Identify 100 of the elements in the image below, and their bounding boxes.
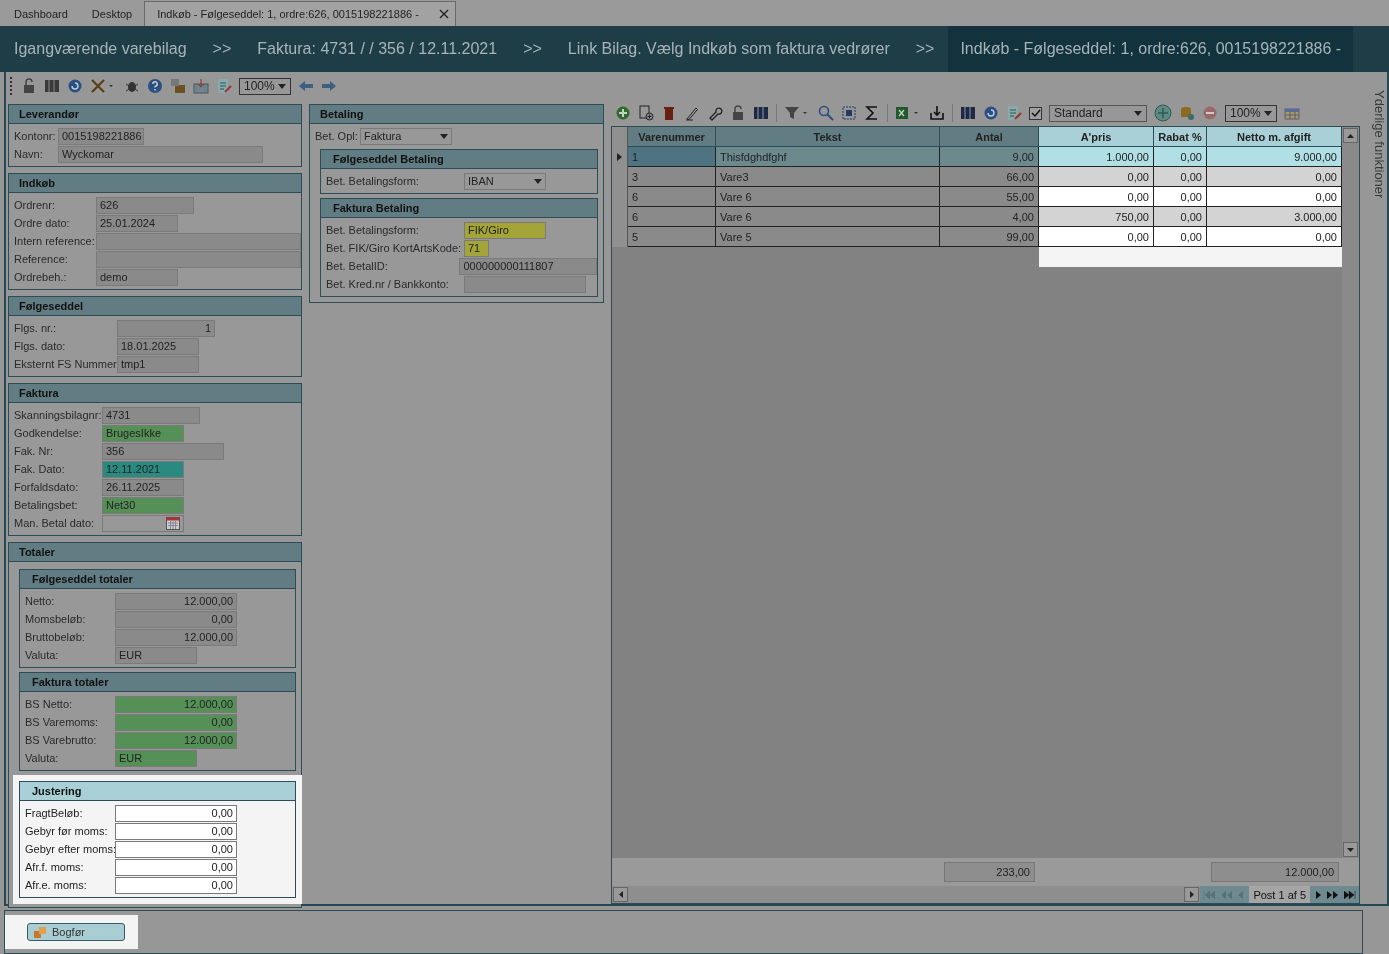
input-field[interactable]: 0,00 <box>115 804 237 822</box>
input-field[interactable]: 18.01.2025 <box>117 337 199 355</box>
column-header[interactable]: Netto m. afgift <box>1207 127 1342 147</box>
calendar-icon[interactable] <box>166 516 180 530</box>
help-icon[interactable] <box>147 78 163 94</box>
import-icon[interactable] <box>170 78 186 94</box>
input-field[interactable]: 0,00 <box>115 840 237 858</box>
column-header[interactable]: Antal <box>940 127 1039 147</box>
scroll-left-button[interactable] <box>613 887 628 902</box>
back-arrow-icon[interactable] <box>298 80 314 92</box>
refresh-icon[interactable] <box>983 105 999 121</box>
zoom-dropdown[interactable]: 100% <box>239 77 291 95</box>
close-icon[interactable] <box>438 9 449 19</box>
input-field[interactable]: EUR <box>115 749 197 767</box>
database-icon[interactable] <box>1179 105 1195 121</box>
refresh-icon[interactable] <box>67 78 83 94</box>
layout-dropdown[interactable]: Standard <box>1049 104 1147 122</box>
input-field[interactable]: 71 <box>464 239 489 257</box>
group-header: Følgeseddel <box>9 297 301 316</box>
field-label: BS Varebrutto: <box>25 734 98 746</box>
input-field[interactable]: IBAN <box>464 172 546 190</box>
edit-list-icon[interactable] <box>1006 105 1022 121</box>
remove-icon[interactable] <box>1202 105 1218 121</box>
input-field[interactable]: 12.000,00 <box>115 592 237 610</box>
breadcrumb-link[interactable]: Faktura: 4731 / / 356 / 12.11.2021 <box>249 26 506 72</box>
input-field[interactable]: demo <box>96 268 178 286</box>
input-field[interactable] <box>464 275 586 293</box>
spreadsheet-icon[interactable] <box>895 105 911 121</box>
breadcrumb-link[interactable]: Igangværende varebilag <box>6 26 195 72</box>
breadcrumb-link[interactable]: Link Bilag. Vælg Indkøb som faktura vedrører <box>559 26 898 72</box>
new-document-icon[interactable] <box>638 105 654 121</box>
inbox-icon[interactable] <box>193 78 209 94</box>
export-icon[interactable] <box>929 105 945 121</box>
columns-icon[interactable] <box>960 105 976 121</box>
next-page-icon[interactable] <box>1316 890 1321 899</box>
tab[interactable]: Dashboard <box>2 2 80 26</box>
lock-icon[interactable] <box>21 78 37 94</box>
input-field[interactable]: 12.000,00 <box>115 628 237 646</box>
column-header[interactable]: A'pris <box>1039 127 1154 147</box>
add-icon[interactable] <box>615 105 631 121</box>
input-field[interactable]: 12.000,00 <box>115 695 237 713</box>
search-icon[interactable] <box>818 105 834 121</box>
breadcrumb-link[interactable]: Indkøb - Følgeseddel: 1, ordre:626, 0015198221886 - <box>948 26 1354 72</box>
input-field[interactable]: 1 <box>117 319 215 337</box>
columns-icon[interactable] <box>44 78 60 94</box>
forward-arrow-icon[interactable] <box>321 80 337 92</box>
input-field[interactable]: 26.11.2025 <box>102 478 184 496</box>
last-page-icon[interactable] <box>1344 890 1356 899</box>
dropdown[interactable]: Faktura <box>360 127 452 145</box>
input-field[interactable]: BrugesIkke <box>102 424 184 442</box>
input-field[interactable] <box>96 250 301 268</box>
input-field[interactable] <box>102 514 184 532</box>
trash-icon[interactable] <box>661 105 677 121</box>
scroll-right-button[interactable] <box>1184 887 1200 902</box>
select-icon[interactable] <box>841 105 857 121</box>
input-field[interactable]: 12.11.2021 <box>102 460 184 478</box>
input-field[interactable]: 25.01.2024 <box>96 214 178 232</box>
column-header[interactable]: Tekst <box>716 127 940 147</box>
add-icon[interactable] <box>1154 104 1172 122</box>
input-field[interactable]: 12.000,00 <box>115 731 237 749</box>
input-field[interactable]: 0,00 <box>115 876 237 894</box>
caret-icon[interactable] <box>534 178 542 184</box>
tools-icon[interactable] <box>90 78 106 94</box>
column-header[interactable]: Varenummer <box>628 127 716 147</box>
input-field[interactable]: 0015198221886 <box>58 127 144 145</box>
input-field[interactable]: EUR <box>115 646 197 664</box>
wrench-icon[interactable] <box>707 105 723 121</box>
input-field[interactable]: Wyckomar <box>58 145 263 163</box>
input-field[interactable]: FIK/Giro <box>464 221 546 239</box>
input-field[interactable]: 0,00 <box>115 822 237 840</box>
input-field[interactable]: Net30 <box>102 496 184 514</box>
field-label: Valuta: <box>25 752 60 764</box>
lock-icon[interactable] <box>730 105 746 121</box>
input-field[interactable]: 626 <box>96 196 194 214</box>
side-panel-tab[interactable]: Yderlige funktioner <box>1367 90 1387 904</box>
post-button[interactable]: Bogfør <box>27 923 125 941</box>
checkbox[interactable] <box>1029 106 1042 120</box>
input-field[interactable] <box>96 232 301 250</box>
tab[interactable]: Desktop <box>79 2 145 26</box>
input-field[interactable]: 0,00 <box>115 610 237 628</box>
column-header[interactable]: Rabat % <box>1154 127 1207 147</box>
pencil-icon[interactable] <box>684 105 700 121</box>
sum-icon[interactable] <box>864 105 880 121</box>
input-field[interactable]: 000000000111807 <box>459 257 597 275</box>
next-page-group-icon[interactable] <box>1327 890 1338 899</box>
filter-icon[interactable] <box>784 105 800 121</box>
row-header[interactable] <box>612 227 628 247</box>
scroll-up-button[interactable] <box>1343 128 1358 143</box>
edit-list-icon[interactable] <box>216 78 232 94</box>
scroll-down-button[interactable] <box>1343 842 1358 857</box>
field-label: Afr.f. moms: <box>25 861 85 873</box>
zoom-dropdown[interactable]: 100% <box>1225 104 1277 122</box>
input-field[interactable]: tmp1 <box>117 355 199 373</box>
input-field[interactable]: 0,00 <box>115 713 237 731</box>
field-label: Bet. FIK/Giro KortArtsKode: <box>326 242 463 254</box>
columns-icon[interactable] <box>753 105 769 121</box>
input-field[interactable]: 4731 <box>102 406 200 424</box>
tab[interactable]: Indkøb - Følgeseddel: 1, ordre:626, 0015198221886 - <box>144 1 456 26</box>
input-field[interactable]: 0,00 <box>115 858 237 876</box>
input-field[interactable]: 356 <box>102 442 224 460</box>
